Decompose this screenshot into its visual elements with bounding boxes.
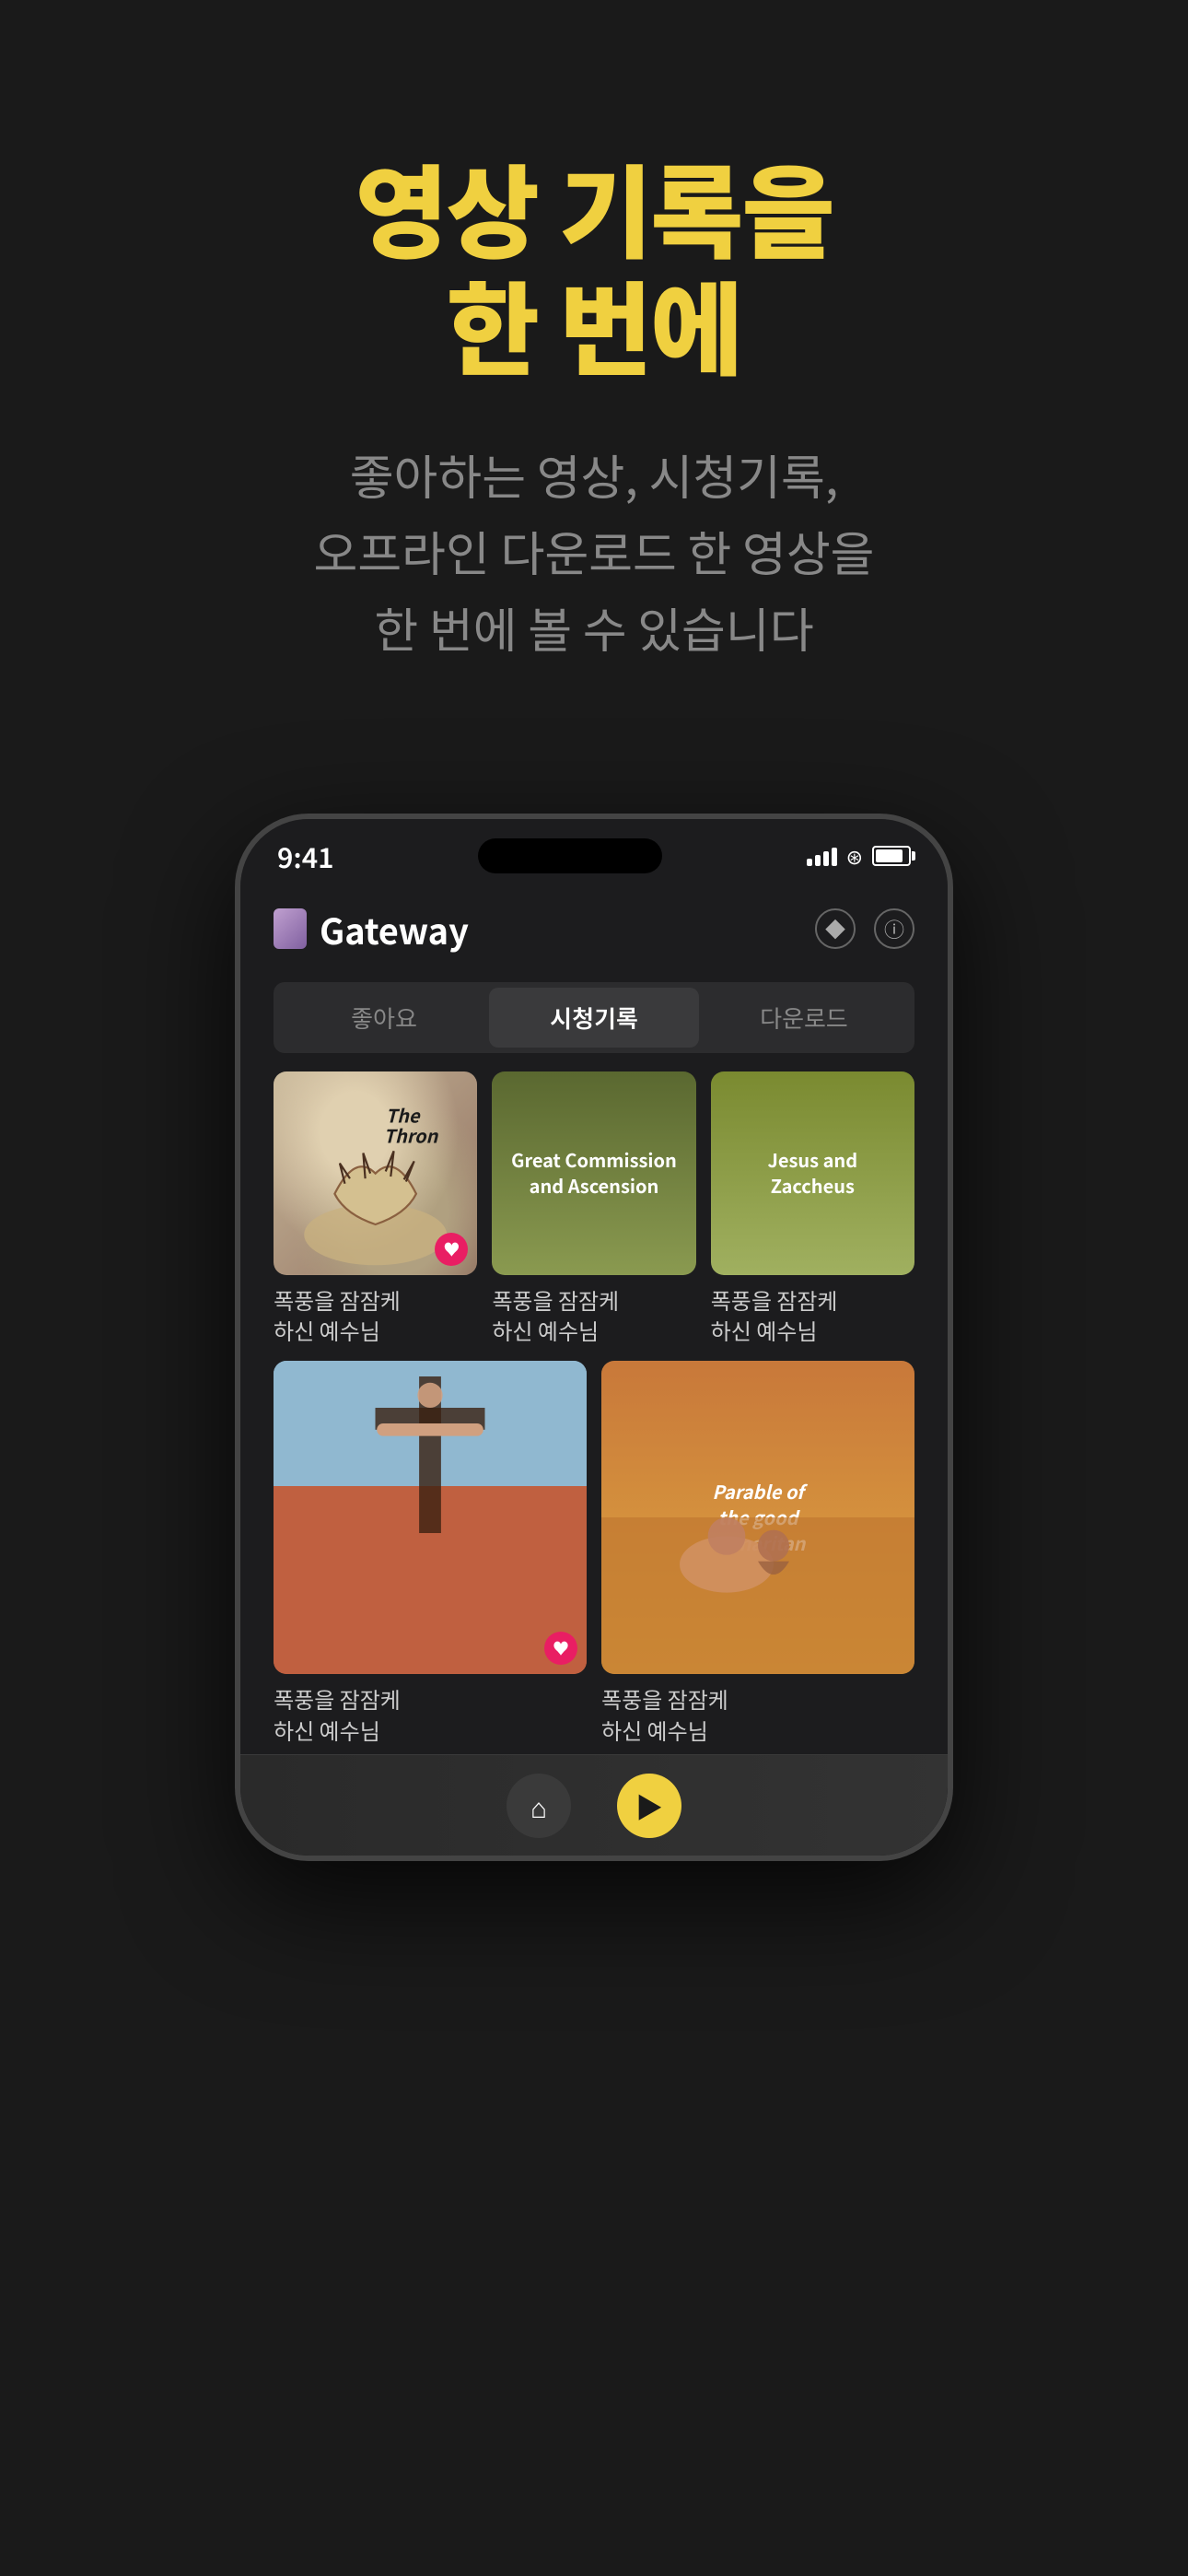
thumbnail-zaccheus: Jesus andZaccheus [711, 1071, 914, 1275]
home-button[interactable]: ⌂ [507, 1774, 571, 1838]
video-title-commission: 폭풍을 잠잠케하신 예수님 [492, 1284, 695, 1346]
video-grid-row2: Jesus iscrucified ♥ 폭풍을 잠잠케하신 예수님 [240, 1346, 948, 1745]
app-header: Gateway ◆ ⓘ [240, 885, 948, 973]
signal-bar-3 [823, 851, 829, 866]
thumbnail-commission: Great Commission and Ascension [492, 1071, 695, 1275]
video-card-commission[interactable]: Great Commission and Ascension 폭풍을 잠잠케하신… [492, 1071, 695, 1347]
signal-bar-4 [832, 848, 837, 866]
page-container: 영상 기록을 한 번에 좋아하는 영상, 시청기록, 오프라인 다운로드 한 영… [235, 0, 953, 1861]
app-name: Gateway [320, 904, 469, 954]
heart-badge-4: ♥ [544, 1632, 577, 1665]
thumbnail-thron: The Thron ♥ [274, 1071, 477, 1275]
tab-download[interactable]: 다운로드 [699, 988, 909, 1048]
status-time: 9:41 [277, 836, 334, 876]
status-notch [478, 838, 662, 873]
battery-icon [872, 846, 911, 866]
thumbnail-bg-samaritan: Parable ofthe goodSamaritan [601, 1361, 914, 1674]
video-title-samaritan: 폭풍을 잠잠케하신 예수님 [601, 1683, 914, 1745]
thumbnail-bg-crucified: Jesus iscrucified [274, 1361, 587, 1674]
phone-frame: 9:41 ⊛ [235, 814, 953, 1862]
video-title-crucified: 폭풍을 잠잠케하신 예수님 [274, 1683, 587, 1745]
video-card-crucified[interactable]: Jesus iscrucified ♥ 폭풍을 잠잠케하신 예수님 [274, 1361, 587, 1745]
thumbnail-bg-commission: Great Commission and Ascension [492, 1071, 695, 1275]
play-button[interactable]: ▶ [617, 1774, 681, 1838]
tab-history[interactable]: 시청기록 [489, 988, 699, 1048]
tab-liked[interactable]: 좋아요 [279, 988, 489, 1048]
play-icon: ▶ [635, 1786, 663, 1826]
signal-bar-1 [807, 859, 812, 866]
signal-bars-icon [807, 846, 837, 866]
battery-fill [876, 849, 903, 862]
thumbnail-crucified: Jesus iscrucified ♥ [274, 1361, 587, 1674]
status-bar: 9:41 ⊛ [240, 819, 948, 885]
heart-badge-1: ♥ [435, 1233, 468, 1266]
hero-subtitle: 좋아하는 영상, 시청기록, 오프라인 다운로드 한 영상을 한 번에 볼 수 … [313, 436, 874, 666]
video-title-thron: 폭풍을 잠잠케하신 예수님 [274, 1284, 477, 1346]
video-card-samaritan[interactable]: Parable ofthe goodSamaritan 폭풍을 잠잠케하신 예수… [601, 1361, 914, 1745]
video-card-thron[interactable]: The Thron ♥ 폭풍을 잠잠케하신 예수님 [274, 1071, 477, 1347]
info-icon[interactable]: ⓘ [874, 908, 914, 949]
video-card-zaccheus[interactable]: Jesus andZaccheus 폭풍을 잠잠케하신 예수님 [711, 1071, 914, 1347]
phone-mockup: 9:41 ⊛ [235, 814, 953, 1862]
wifi-icon: ⊛ [846, 841, 863, 871]
thumbnail-bg-zaccheus: Jesus andZaccheus [711, 1071, 914, 1275]
video-grid-row1: The Thron ♥ 폭풍을 잠잠케하신 예수님 Great C [240, 1071, 948, 1347]
bottom-nav-bar: ⌂ ▶ [240, 1754, 948, 1856]
tab-bar: 좋아요 시청기록 다운로드 [274, 982, 914, 1053]
status-icons: ⊛ [807, 841, 911, 871]
phone-screen: Gateway ◆ ⓘ 좋아요 시청기록 다운로드 [240, 885, 948, 1856]
thumbnail-samaritan: Parable ofthe goodSamaritan [601, 1361, 914, 1674]
globe-icon[interactable]: ◆ [815, 908, 856, 949]
thumbnail-text-commission: Great Commission and Ascension [492, 1138, 695, 1208]
thumbnail-text-zaccheus: Jesus andZaccheus [759, 1138, 868, 1208]
app-logo-icon [274, 908, 307, 949]
app-header-icons: ◆ ⓘ [815, 908, 914, 949]
home-icon: ⌂ [530, 1786, 547, 1826]
hero-title: 영상 기록을 한 번에 [355, 147, 833, 381]
hero-section: 영상 기록을 한 번에 좋아하는 영상, 시청기록, 오프라인 다운로드 한 영… [235, 0, 953, 740]
signal-bar-2 [815, 855, 821, 866]
app-logo: Gateway [274, 904, 469, 954]
svg-text:Thron: Thron [384, 1121, 439, 1148]
video-title-zaccheus: 폭풍을 잠잠케하신 예수님 [711, 1284, 914, 1346]
